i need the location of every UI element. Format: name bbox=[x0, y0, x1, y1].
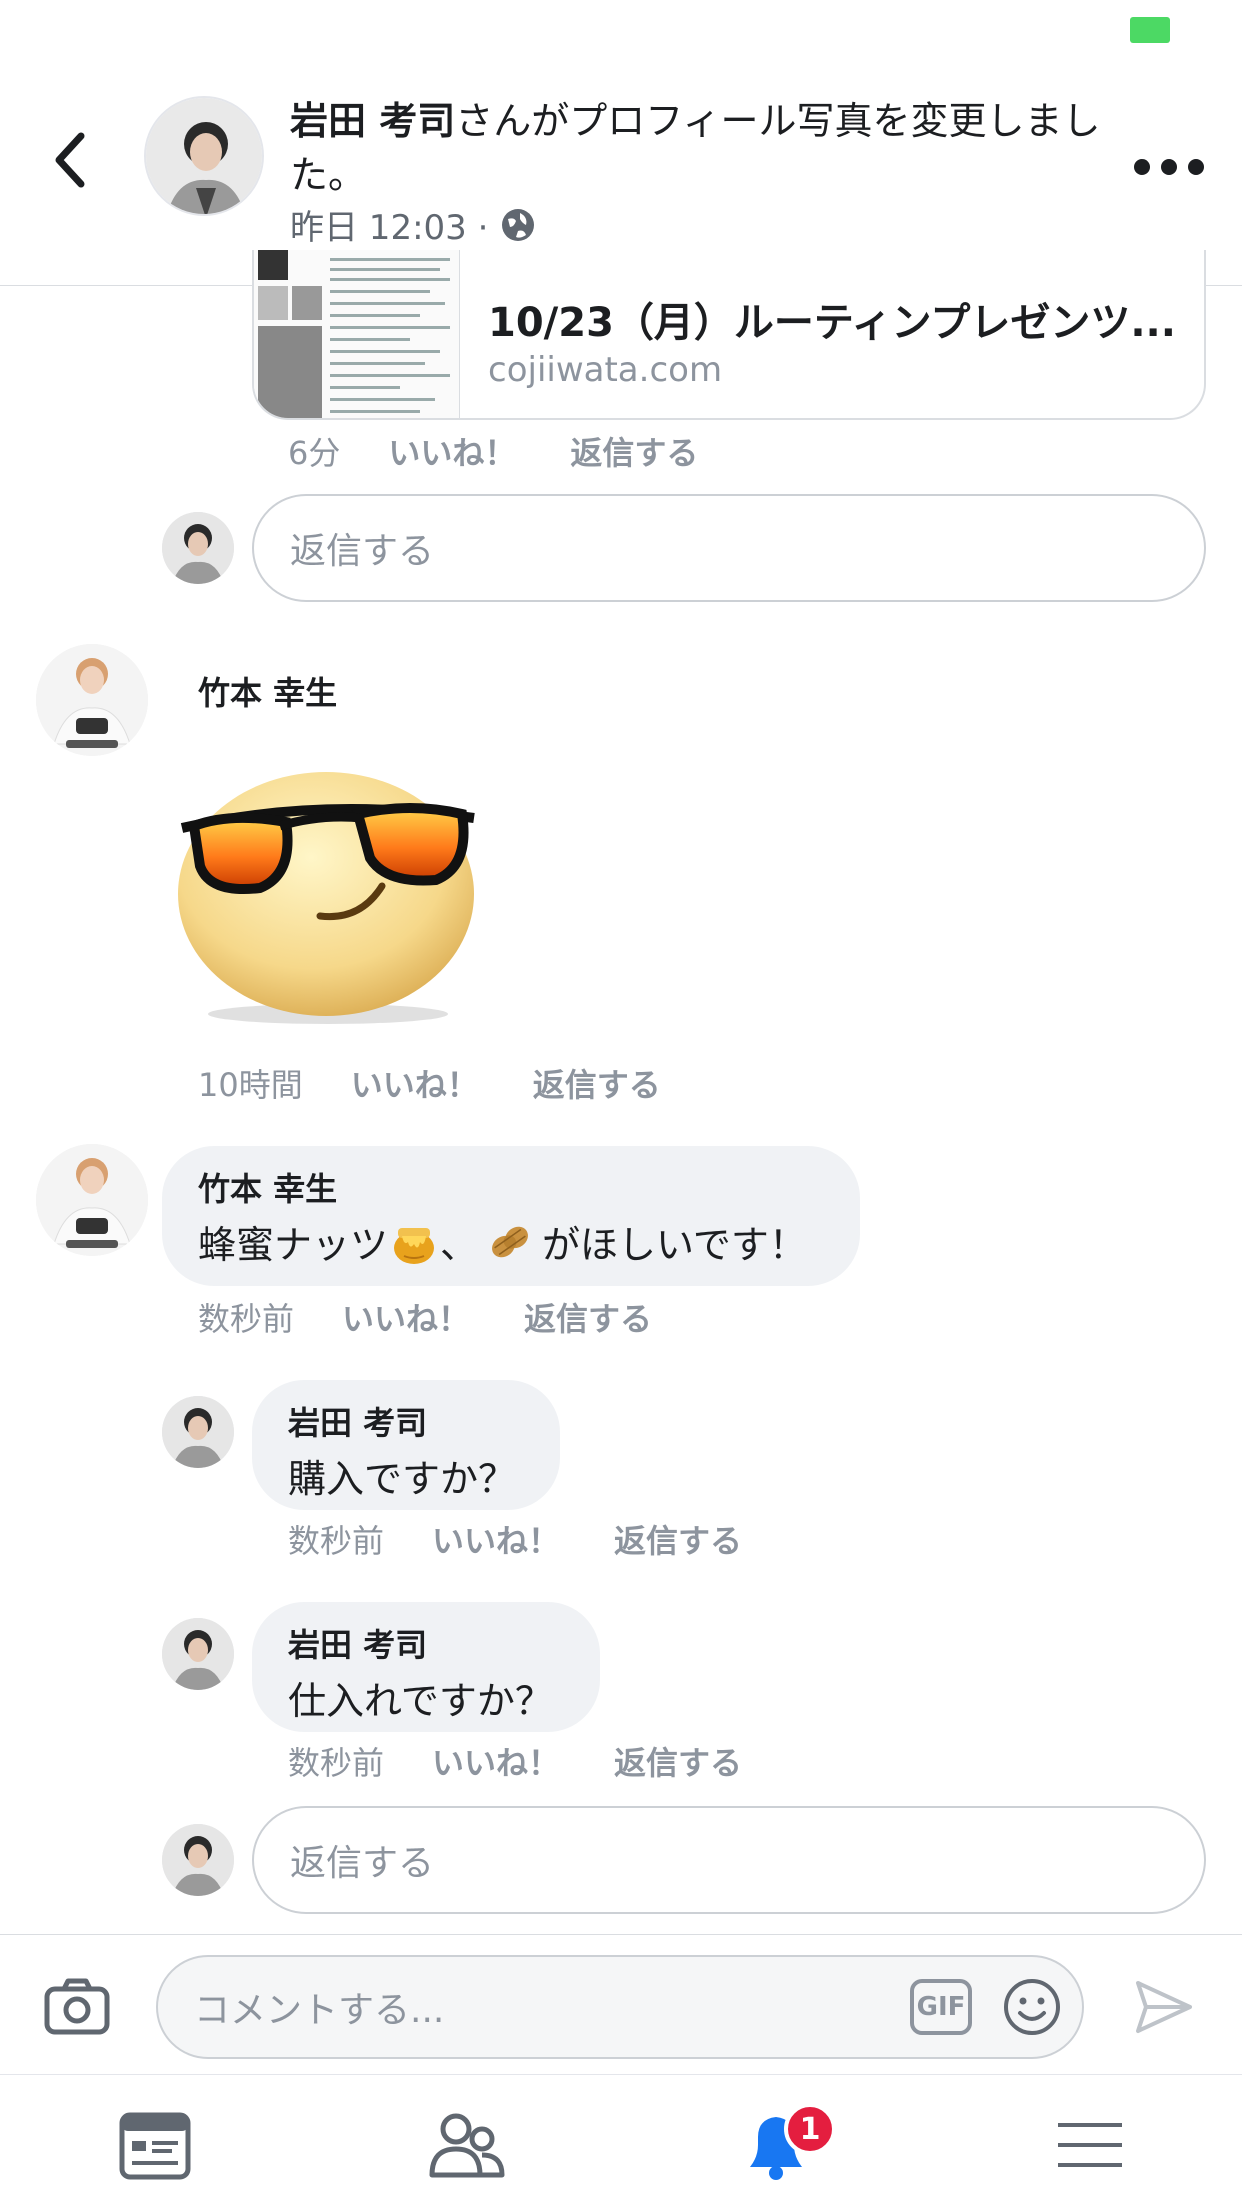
author-avatar[interactable] bbox=[144, 96, 264, 216]
like-button[interactable]: いいね！ bbox=[342, 1294, 470, 1340]
comment-bubble: 竹本 幸生 蜂蜜ナッツ 、 がほしいです！ bbox=[162, 1146, 860, 1286]
globe-icon bbox=[502, 208, 535, 241]
my-avatar bbox=[162, 1824, 234, 1896]
like-button[interactable]: いいね！ bbox=[388, 428, 516, 474]
reply-text: 購入ですか？ bbox=[288, 1457, 517, 1501]
reply-button[interactable]: 返信する bbox=[614, 1738, 742, 1784]
camera-icon bbox=[44, 1978, 110, 2035]
author-name[interactable]: 岩田 考司 bbox=[290, 99, 455, 143]
comment-time[interactable]: 数秒前 bbox=[198, 1294, 294, 1340]
dot-icon bbox=[1134, 159, 1150, 175]
post-title: 岩田 考司さんがプロフィール写真を変更しました。 bbox=[290, 94, 1110, 202]
comment-text-part: 蜂蜜ナッツ bbox=[198, 1223, 389, 1267]
chevron-left-icon bbox=[55, 132, 85, 188]
reply-input[interactable]: 返信する bbox=[252, 494, 1206, 602]
like-button[interactable]: いいね！ bbox=[432, 1738, 560, 1784]
camera-button[interactable] bbox=[44, 1977, 110, 2035]
link-title: 10/23（月）ルーティンプレゼンツ... bbox=[488, 300, 1176, 346]
reply-button[interactable]: 返信する bbox=[533, 1060, 661, 1106]
comment-text: 蜂蜜ナッツ 、 がほしいです！ bbox=[198, 1214, 824, 1269]
sunglasses-emoji-sticker bbox=[170, 756, 480, 1026]
link-domain: cojiiwata.com bbox=[488, 350, 723, 390]
link-preview-card[interactable]: 10/23（月）ルーティンプレゼンツ... cojiiwata.com bbox=[252, 250, 1206, 420]
battery-icon bbox=[1130, 17, 1170, 43]
comment-composer: コメントする... GIF bbox=[0, 1934, 1242, 2074]
send-button[interactable] bbox=[1134, 1979, 1194, 2035]
honey-pot-icon bbox=[394, 1227, 435, 1264]
replier-name[interactable]: 岩田 考司 bbox=[288, 1398, 524, 1444]
like-button[interactable]: いいね！ bbox=[351, 1060, 479, 1106]
gif-button[interactable]: GIF bbox=[910, 1979, 972, 2035]
replier-name[interactable]: 岩田 考司 bbox=[288, 1620, 564, 1666]
comment-time[interactable]: 10時間 bbox=[198, 1060, 303, 1106]
comment-actions: 10時間 いいね！ 返信する bbox=[198, 1060, 715, 1106]
commenter-avatar[interactable] bbox=[36, 1144, 148, 1256]
comment-actions: 6分 いいね！ 返信する bbox=[288, 428, 752, 474]
replier-avatar[interactable] bbox=[162, 1396, 234, 1468]
reply-actions: 数秒前 いいね！ 返信する bbox=[288, 1516, 796, 1562]
friends-icon bbox=[429, 2113, 505, 2178]
comment-text-part: がほしいです！ bbox=[542, 1223, 807, 1267]
gif-label: GIF bbox=[916, 1992, 966, 2022]
back-button[interactable] bbox=[44, 125, 94, 195]
emoji-button[interactable] bbox=[1002, 1977, 1062, 2037]
reply-bubble: 岩田 考司 仕入れですか？ bbox=[252, 1602, 600, 1732]
peanuts-icon bbox=[492, 1226, 528, 1257]
tab-friends[interactable] bbox=[426, 2105, 506, 2185]
dot-icon bbox=[1188, 159, 1204, 175]
link-thumbnail bbox=[254, 250, 460, 418]
more-options-button[interactable] bbox=[1134, 152, 1204, 182]
hamburger-menu-icon bbox=[1058, 2123, 1122, 2167]
reply-input[interactable]: 返信する bbox=[252, 1806, 1206, 1914]
news-feed-icon bbox=[119, 2112, 191, 2180]
comment-input-placeholder: コメントする... bbox=[194, 1990, 445, 2031]
tab-news-feed[interactable] bbox=[116, 2105, 196, 2185]
comment-text-part: 、 bbox=[440, 1223, 479, 1267]
commenter-name[interactable]: 竹本 幸生 bbox=[198, 668, 337, 714]
reply-button[interactable]: 返信する bbox=[524, 1294, 652, 1340]
like-button[interactable]: いいね！ bbox=[432, 1516, 560, 1562]
reply-input-placeholder: 返信する bbox=[290, 531, 435, 572]
reply-input-placeholder: 返信する bbox=[290, 1843, 435, 1884]
reply-button[interactable]: 返信する bbox=[614, 1516, 742, 1562]
replier-avatar[interactable] bbox=[162, 1618, 234, 1690]
post-timestamp[interactable]: 昨日 12:03 · bbox=[290, 200, 488, 249]
comment-actions: 数秒前 いいね！ 返信する bbox=[198, 1294, 706, 1340]
comment-time[interactable]: 6分 bbox=[288, 428, 340, 474]
send-icon bbox=[1136, 1981, 1192, 2033]
tab-menu[interactable] bbox=[1050, 2105, 1130, 2185]
my-avatar bbox=[162, 512, 234, 584]
reply-button[interactable]: 返信する bbox=[570, 428, 698, 474]
bottom-tab-bar: 1 bbox=[0, 2074, 1242, 2208]
reply-actions: 数秒前 いいね！ 返信する bbox=[288, 1738, 796, 1784]
reply-time[interactable]: 数秒前 bbox=[288, 1738, 384, 1784]
dot-icon bbox=[1161, 159, 1177, 175]
post-meta: 昨日 12:03 · bbox=[290, 200, 536, 249]
reply-bubble: 岩田 考司 購入ですか？ bbox=[252, 1380, 560, 1510]
reply-time[interactable]: 数秒前 bbox=[288, 1516, 384, 1562]
smiley-icon bbox=[1004, 1979, 1060, 2035]
commenter-avatar[interactable] bbox=[36, 644, 148, 756]
notifications-badge: 1 bbox=[784, 2103, 836, 2155]
reply-text: 仕入れですか？ bbox=[288, 1679, 553, 1723]
commenter-name[interactable]: 竹本 幸生 bbox=[198, 1164, 824, 1210]
